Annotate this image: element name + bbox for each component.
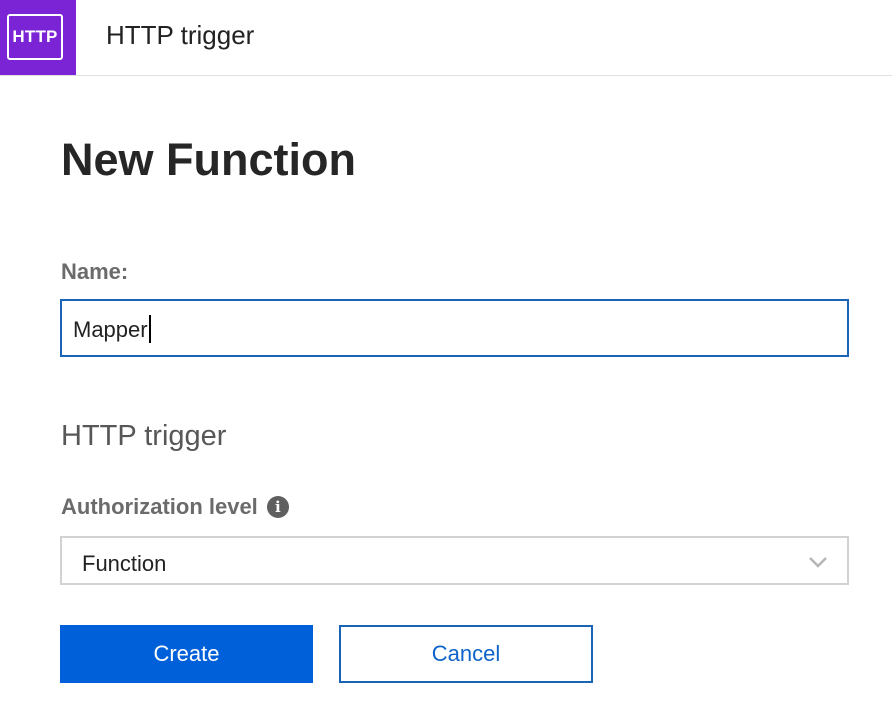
- authorization-level-text: Authorization level: [61, 494, 258, 519]
- authorization-level-select[interactable]: Function: [60, 536, 849, 585]
- new-function-panel: HTTP HTTP trigger New Function Name: Map…: [0, 0, 892, 716]
- page-title: New Function: [61, 134, 356, 185]
- create-button[interactable]: Create: [60, 625, 313, 683]
- header: HTTP HTTP trigger: [0, 0, 892, 76]
- name-label: Name:: [61, 259, 129, 284]
- cancel-button[interactable]: Cancel: [339, 625, 593, 683]
- info-icon[interactable]: i: [266, 496, 289, 518]
- section-title: HTTP trigger: [61, 420, 227, 452]
- text-caret: [148, 315, 151, 343]
- chevron-down-icon: [809, 557, 827, 568]
- header-title: HTTP trigger: [106, 20, 255, 50]
- name-value-text: Mapper: [73, 317, 148, 342]
- name-input-value[interactable]: Mapper: [73, 315, 151, 343]
- authorization-level-label: Authorization level i: [61, 494, 289, 520]
- name-input[interactable]: [60, 299, 849, 357]
- http-logo: HTTP: [0, 0, 76, 75]
- http-logo-text: HTTP: [7, 14, 63, 60]
- authorization-level-value: Function: [82, 551, 167, 576]
